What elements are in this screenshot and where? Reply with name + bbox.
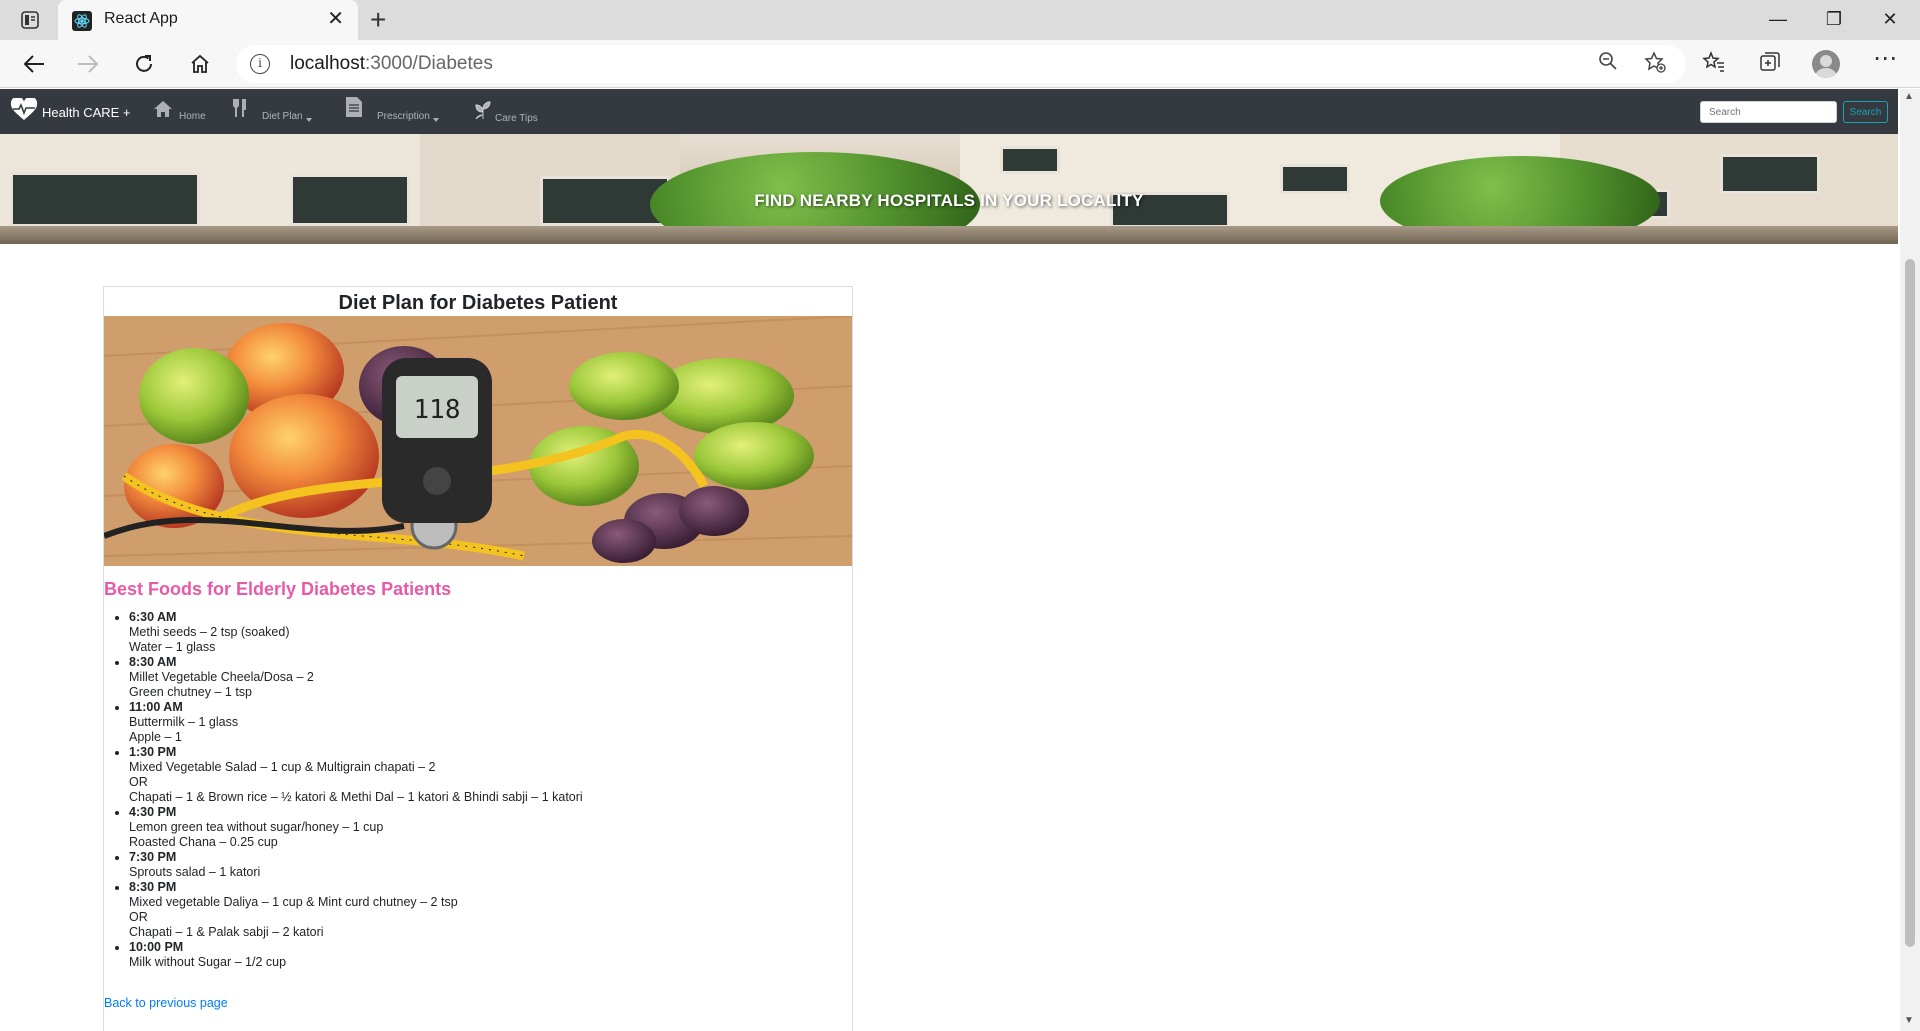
collections-icon[interactable] xyxy=(1758,50,1782,80)
card-title: Diet Plan for Diabetes Patient xyxy=(338,292,618,314)
minimize-icon[interactable]: — xyxy=(1758,4,1798,34)
zoom-icon[interactable] xyxy=(1598,51,1618,77)
schedule-time: 8:30 PM xyxy=(129,880,177,894)
tab-actions-icon[interactable] xyxy=(14,8,46,32)
schedule-food-line: Chapati – 1 & Palak sabji – 2 katori xyxy=(129,925,324,939)
favorites-icon[interactable] xyxy=(1702,50,1726,80)
leaf-icon xyxy=(473,100,493,124)
brand-link[interactable]: Health CARE + xyxy=(10,96,131,127)
schedule-food-line: Methi seeds – 2 tsp (soaked) xyxy=(129,625,290,639)
schedule-food-line: OR xyxy=(129,910,148,924)
react-favicon-icon xyxy=(72,11,92,31)
scroll-down-icon[interactable]: ▼ xyxy=(1904,1015,1914,1026)
new-tab-icon[interactable]: + xyxy=(370,4,386,36)
forward-arrow-icon[interactable] xyxy=(70,48,106,80)
schedule-time: 7:30 PM xyxy=(129,850,177,864)
refresh-icon[interactable] xyxy=(126,48,162,80)
schedule-time: 1:30 PM xyxy=(129,745,177,759)
document-icon xyxy=(345,96,363,122)
schedule-item: 8:30 AMMillet Vegetable Cheela/Dosa – 2G… xyxy=(129,655,829,700)
browser-tabstrip: React App ✕ + — ❐ ✕ xyxy=(0,0,1920,40)
diabetes-food-image: 118 xyxy=(104,316,852,566)
nav-diet-plan-label: Diet Plan xyxy=(262,111,303,122)
schedule-food-line: OR xyxy=(129,775,148,789)
diet-plan-card: Diet Plan for Diabetes Patient 118 Best … xyxy=(103,286,853,1031)
nav-home[interactable]: Home xyxy=(153,98,206,122)
profile-avatar-icon[interactable] xyxy=(1812,50,1840,78)
more-options-icon[interactable]: ⋯ xyxy=(1873,44,1898,73)
diet-schedule-list: 6:30 AMMethi seeds – 2 tsp (soaked)Water… xyxy=(129,610,829,970)
restore-icon[interactable]: ❐ xyxy=(1814,4,1854,34)
nav-care-tips-label: Care Tips xyxy=(495,113,538,124)
schedule-item: 11:00 AMButtermilk – 1 glassApple – 1 xyxy=(129,700,829,745)
back-arrow-icon[interactable] xyxy=(16,48,52,80)
search-input[interactable] xyxy=(1700,101,1837,123)
schedule-food-line: Water – 1 glass xyxy=(129,640,216,654)
chevron-down-icon xyxy=(305,118,312,122)
hospital-hero-banner: FIND NEARBY HOSPITALS IN YOUR LOCALITY xyxy=(0,134,1898,244)
nav-home-label: Home xyxy=(179,111,206,122)
app-navbar: Health CARE + Home Diet Plan Prescriptio… xyxy=(0,89,1898,134)
chevron-down-icon xyxy=(432,118,439,122)
search-button[interactable]: Search xyxy=(1843,101,1888,123)
schedule-food-line: Green chutney – 1 tsp xyxy=(129,685,252,699)
schedule-food-line: Lemon green tea without sugar/honey – 1 … xyxy=(129,820,384,834)
add-favorite-icon[interactable] xyxy=(1644,51,1666,79)
schedule-item: 8:30 PMMixed vegetable Daliya – 1 cup & … xyxy=(129,880,829,940)
page-scrollbar[interactable]: ▲ ▼ xyxy=(1900,89,1920,1031)
schedule-item: 4:30 PMLemon green tea without sugar/hon… xyxy=(129,805,829,850)
home-icon[interactable] xyxy=(182,48,218,80)
address-url: localhost:3000/Diabetes xyxy=(290,53,493,74)
schedule-time: 11:00 AM xyxy=(129,700,183,714)
nav-diet-plan[interactable]: Diet Plan xyxy=(232,98,312,122)
cutlery-icon xyxy=(232,98,248,122)
schedule-item: 7:30 PMSprouts salad – 1 katori xyxy=(129,850,829,880)
schedule-food-line: Apple – 1 xyxy=(129,730,182,744)
scroll-up-icon[interactable]: ▲ xyxy=(1904,91,1914,102)
back-to-previous-link[interactable]: Back to previous page xyxy=(104,996,228,1010)
section-heading: Best Foods for Elderly Diabetes Patients xyxy=(104,579,452,599)
brand-label: Health CARE + xyxy=(42,104,131,120)
schedule-time: 6:30 AM xyxy=(129,610,177,624)
glucometer-reading: 118 xyxy=(414,395,461,425)
schedule-food-line: Millet Vegetable Cheela/Dosa – 2 xyxy=(129,670,314,684)
schedule-item: 6:30 AMMethi seeds – 2 tsp (soaked)Water… xyxy=(129,610,829,655)
nav-care-tips[interactable]: Care Tips xyxy=(473,100,538,124)
nav-prescription-label: Prescription xyxy=(377,111,430,122)
nav-prescription[interactable]: Prescription xyxy=(345,96,439,122)
schedule-food-line: Chapati – 1 & Brown rice – ½ katori & Me… xyxy=(129,790,583,804)
heartbeat-icon xyxy=(10,96,38,127)
hero-text: FIND NEARBY HOSPITALS IN YOUR LOCALITY xyxy=(754,191,1144,210)
tab-title: React App xyxy=(104,10,178,27)
address-bar[interactable]: i localhost:3000/Diabetes xyxy=(236,45,1686,83)
close-tab-icon[interactable]: ✕ xyxy=(327,8,344,30)
schedule-food-line: Mixed Vegetable Salad – 1 cup & Multigra… xyxy=(129,760,436,774)
schedule-food-line: Buttermilk – 1 glass xyxy=(129,715,239,729)
scroll-thumb[interactable] xyxy=(1905,259,1915,947)
schedule-food-line: Mixed vegetable Daliya – 1 cup & Mint cu… xyxy=(129,895,458,909)
window-close-icon[interactable]: ✕ xyxy=(1870,4,1910,34)
schedule-food-line: Milk without Sugar – 1/2 cup xyxy=(129,955,287,969)
browser-toolbar: i localhost:3000/Diabetes ⋯ xyxy=(0,40,1920,88)
page-viewport: Health CARE + Home Diet Plan Prescriptio… xyxy=(0,89,1898,1031)
home-icon xyxy=(153,100,173,122)
schedule-food-line: Roasted Chana – 0.25 cup xyxy=(129,835,278,849)
schedule-item: 10:00 PMMilk without Sugar – 1/2 cup xyxy=(129,940,829,970)
schedule-time: 8:30 AM xyxy=(129,655,177,669)
schedule-time: 10:00 PM xyxy=(129,940,184,954)
schedule-item: 1:30 PMMixed Vegetable Salad – 1 cup & M… xyxy=(129,745,829,805)
schedule-time: 4:30 PM xyxy=(129,805,177,819)
site-info-icon[interactable]: i xyxy=(250,54,270,74)
schedule-food-line: Sprouts salad – 1 katori xyxy=(129,865,261,879)
browser-tab[interactable]: React App ✕ xyxy=(58,0,358,40)
